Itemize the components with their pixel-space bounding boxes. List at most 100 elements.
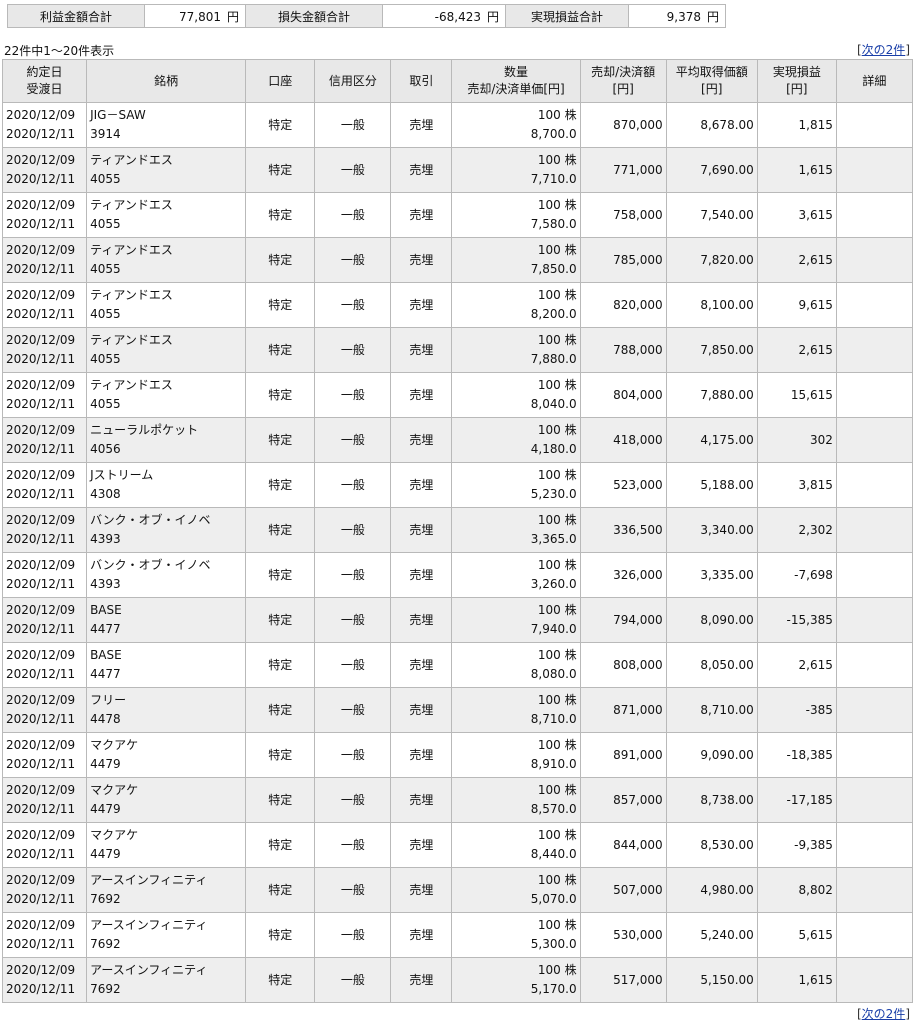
date-cell: 2020/12/09 2020/12/11 <box>1 507 88 553</box>
credit-cell: 一般 <box>314 642 392 688</box>
stock-cell: ティアンドエス 4055 <box>86 282 247 328</box>
settle-date: 2020/12/11 <box>6 217 76 231</box>
unit-price: 5,230.0 <box>530 487 577 501</box>
trade-cell: 売埋 <box>390 867 453 913</box>
next-page-link[interactable]: 次の2件 <box>862 43 906 57</box>
realized-pl-cell: 2,615 <box>756 642 837 688</box>
stock-name: マクアケ <box>90 828 139 842</box>
trade-date: 2020/12/09 <box>6 288 76 302</box>
header-name: 銘柄 <box>86 59 247 103</box>
table-row: 2020/12/09 2020/12/11 マクアケ 4479 特定 一般 売埋 100 株8… <box>1 822 914 868</box>
settle-date: 2020/12/11 <box>6 532 76 546</box>
settle-date: 2020/12/11 <box>6 127 76 141</box>
credit-cell: 一般 <box>314 417 392 463</box>
avg-price-cell: 7,880.00 <box>665 372 758 418</box>
detail-cell <box>835 687 914 733</box>
credit-cell: 一般 <box>314 687 392 733</box>
stock-code: 4056 <box>90 442 121 456</box>
trade-date: 2020/12/09 <box>6 558 76 572</box>
table-row: 2020/12/09 2020/12/11 JIG－SAW 3914 特定 一般 売埋 100… <box>1 102 914 148</box>
stock-code: 4479 <box>90 802 121 816</box>
date-cell: 2020/12/09 2020/12/11 <box>1 102 88 148</box>
table-row: 2020/12/09 2020/12/11 アースインフィニティ 7692 特定 一般 売埋… <box>1 867 914 913</box>
loss-total-label: 損失金額合計 <box>245 4 383 28</box>
stock-name: ティアンドエス <box>90 333 173 347</box>
quantity: 100 株 <box>537 918 577 932</box>
stock-code: 4055 <box>90 172 121 186</box>
qty-cell: 100 株 7,850.0 <box>451 237 581 283</box>
settle-date: 2020/12/11 <box>6 262 76 276</box>
credit-cell: 一般 <box>314 372 392 418</box>
amount-cell: 418,000 <box>579 417 667 463</box>
credit-cell: 一般 <box>314 777 392 823</box>
settle-date: 2020/12/11 <box>6 757 76 771</box>
trade-cell: 売埋 <box>390 372 453 418</box>
trade-cell: 売埋 <box>390 777 453 823</box>
stock-name: Jストリーム <box>90 468 154 482</box>
unit-price: 8,080.0 <box>530 667 577 681</box>
trade-cell: 売埋 <box>390 687 453 733</box>
stock-cell: BASE 4477 <box>86 642 247 688</box>
trade-cell: 売埋 <box>390 462 453 508</box>
unit-price: 8,200.0 <box>530 307 577 321</box>
stock-cell: ニューラルポケット 4056 <box>86 417 247 463</box>
credit-cell: 一般 <box>314 282 392 328</box>
account-cell: 特定 <box>245 327 316 373</box>
stock-name: アースインフィニティ <box>90 873 208 887</box>
avg-price-cell: 8,090.00 <box>665 597 758 643</box>
settle-date: 2020/12/11 <box>6 937 76 951</box>
stock-name: JIG－SAW <box>90 108 146 122</box>
profit-total-label: 利益金額合計 <box>7 4 145 28</box>
detail-cell <box>835 822 914 868</box>
date-cell: 2020/12/09 2020/12/11 <box>1 777 88 823</box>
realized-total-label: 実現損益合計 <box>505 4 629 28</box>
stock-code: 4055 <box>90 217 121 231</box>
table-row: 2020/12/09 2020/12/11 アースインフィニティ 7692 特定 一般 売埋… <box>1 912 914 958</box>
account-cell: 特定 <box>245 372 316 418</box>
realized-pl-cell: 2,615 <box>756 327 837 373</box>
header-avg-price: 平均取得価額 [円] <box>665 59 758 103</box>
date-cell: 2020/12/09 2020/12/11 <box>1 867 88 913</box>
date-cell: 2020/12/09 2020/12/11 <box>1 147 88 193</box>
credit-cell: 一般 <box>314 507 392 553</box>
stock-name: ティアンドエス <box>90 198 173 212</box>
account-cell: 特定 <box>245 597 316 643</box>
amount-cell: 820,000 <box>579 282 667 328</box>
amount-cell: 523,000 <box>579 462 667 508</box>
table-row: 2020/12/09 2020/12/11 ティアンドエス 4055 特定 一般 売埋 100… <box>1 147 914 193</box>
avg-price-cell: 8,738.00 <box>665 777 758 823</box>
realized-pl-cell: -9,385 <box>756 822 837 868</box>
stock-code: 4055 <box>90 352 121 366</box>
account-cell: 特定 <box>245 867 316 913</box>
avg-price-cell: 4,980.00 <box>665 867 758 913</box>
stock-cell: BASE 4477 <box>86 597 247 643</box>
date-cell: 2020/12/09 2020/12/11 <box>1 957 88 1003</box>
next-page-link[interactable]: 次の2件 <box>862 1007 906 1021</box>
trade-cell: 売埋 <box>390 147 453 193</box>
header-qty: 数量 売却/決済単価[円] <box>451 59 581 103</box>
stock-name: ティアンドエス <box>90 378 173 392</box>
header-credit: 信用区分 <box>314 59 392 103</box>
stock-name: フリー <box>90 693 127 707</box>
quantity: 100 株 <box>537 693 577 707</box>
credit-cell: 一般 <box>314 822 392 868</box>
detail-cell <box>835 912 914 958</box>
qty-cell: 100 株 3,260.0 <box>451 552 581 598</box>
unit-price: 5,170.0 <box>530 982 577 996</box>
stock-code: 7692 <box>90 937 121 951</box>
amount-cell: 794,000 <box>579 597 667 643</box>
stock-code: 4393 <box>90 532 121 546</box>
qty-cell: 100 株 7,710.0 <box>451 147 581 193</box>
trade-cell: 売埋 <box>390 327 453 373</box>
amount-cell: 507,000 <box>579 867 667 913</box>
credit-cell: 一般 <box>314 192 392 238</box>
stock-cell: マクアケ 4479 <box>86 732 247 778</box>
credit-cell: 一般 <box>314 732 392 778</box>
table-row: 2020/12/09 2020/12/11 マクアケ 4479 特定 一般 売埋 100 株8… <box>1 732 914 778</box>
realized-pl-cell: 3,815 <box>756 462 837 508</box>
trade-cell: 売埋 <box>390 642 453 688</box>
settle-date: 2020/12/11 <box>6 802 76 816</box>
qty-cell: 100 株 8,080.0 <box>451 642 581 688</box>
trade-cell: 売埋 <box>390 732 453 778</box>
qty-cell: 100 株 8,040.0 <box>451 372 581 418</box>
